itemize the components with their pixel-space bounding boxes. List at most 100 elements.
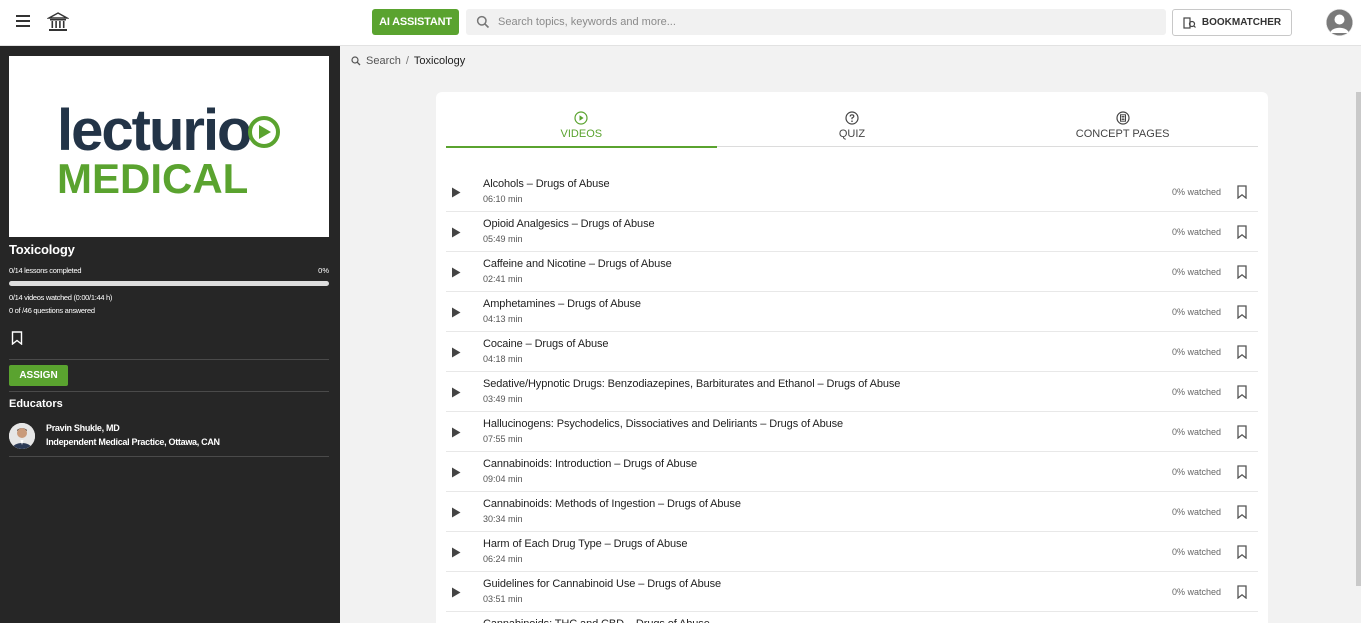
bookmark-icon[interactable]	[1237, 465, 1247, 479]
play-icon[interactable]	[451, 267, 461, 278]
search-icon	[476, 15, 490, 29]
video-row[interactable]: Cocaine – Drugs of Abuse 04:18 min 0% wa…	[446, 332, 1258, 372]
bookmatcher-icon	[1183, 16, 1196, 29]
play-icon[interactable]	[451, 187, 461, 198]
video-row[interactable]: Opioid Analgesics – Drugs of Abuse 05:49…	[446, 212, 1258, 252]
institution-icon[interactable]	[46, 11, 70, 33]
hamburger-menu-icon[interactable]	[16, 15, 30, 27]
video-duration: 02:41 min	[483, 274, 523, 284]
tab-quiz[interactable]: QUIZ	[717, 102, 988, 147]
educator-avatar[interactable]	[9, 423, 35, 449]
video-row[interactable]: Caffeine and Nicotine – Drugs of Abuse 0…	[446, 252, 1258, 292]
play-icon[interactable]	[451, 347, 461, 358]
tab-concept-pages[interactable]: CONCEPT PAGES	[987, 102, 1258, 147]
video-duration: 03:51 min	[483, 594, 523, 604]
play-icon[interactable]	[451, 387, 461, 398]
play-icon[interactable]	[451, 427, 461, 438]
bookmark-icon[interactable]	[1237, 345, 1247, 359]
play-icon[interactable]	[451, 587, 461, 598]
videos-watched: 0/14 videos watched (0:00/1:44 h)	[9, 293, 113, 302]
video-title[interactable]: Cannabinoids: Introduction – Drugs of Ab…	[483, 458, 697, 470]
video-row[interactable]: Sedative/Hypnotic Drugs: Benzodiazepines…	[446, 372, 1258, 412]
video-duration: 03:49 min	[483, 394, 523, 404]
bookmatcher-label: BOOKMATCHER	[1201, 17, 1282, 28]
video-title[interactable]: Caffeine and Nicotine – Drugs of Abuse	[483, 258, 672, 270]
video-watched-status: 0% watched	[1171, 507, 1221, 517]
course-sidebar: lecturio MEDICAL Toxicology 0/14 lessons…	[0, 46, 340, 623]
video-title[interactable]: Guidelines for Cannabinoid Use – Drugs o…	[483, 578, 721, 590]
search-icon	[351, 56, 361, 66]
video-title[interactable]: Alcohols – Drugs of Abuse	[483, 178, 610, 190]
play-icon[interactable]	[451, 467, 461, 478]
content-card: VIDEOS QUIZ CONCEPT PAGES Alcohols – Dru…	[436, 92, 1268, 623]
divider	[9, 456, 329, 457]
video-row[interactable]: Cannabinoids: Methods of Ingestion – Dru…	[446, 492, 1258, 532]
user-avatar-icon[interactable]	[1326, 9, 1353, 36]
play-icon[interactable]	[451, 307, 461, 318]
video-title[interactable]: Opioid Analgesics – Drugs of Abuse	[483, 218, 655, 230]
video-duration: 05:49 min	[483, 234, 523, 244]
video-watched-status: 0% watched	[1171, 347, 1221, 357]
bookmark-icon[interactable]	[1237, 385, 1247, 399]
bookmark-icon[interactable]	[1237, 545, 1247, 559]
tab-videos[interactable]: VIDEOS	[446, 102, 717, 148]
bookmark-icon[interactable]	[11, 331, 23, 346]
video-title[interactable]: Amphetamines – Drugs of Abuse	[483, 298, 641, 310]
video-watched-status: 0% watched	[1171, 547, 1221, 557]
lessons-completed: 0/14 lessons completed	[9, 266, 82, 275]
search-input[interactable]	[498, 16, 1098, 28]
video-list: Alcohols – Drugs of Abuse 06:10 min 0% w…	[446, 172, 1258, 623]
video-title[interactable]: Cannabinoids: Methods of Ingestion – Dru…	[483, 498, 741, 510]
video-watched-status: 0% watched	[1171, 387, 1221, 397]
lecturio-medical-logo: lecturio MEDICAL	[9, 56, 329, 237]
course-title: Toxicology	[9, 242, 75, 257]
concept-page-icon	[1116, 111, 1130, 125]
play-icon[interactable]	[451, 547, 461, 558]
video-row[interactable]: Guidelines for Cannabinoid Use – Drugs o…	[446, 572, 1258, 612]
video-row[interactable]: Harm of Each Drug Type – Drugs of Abuse …	[446, 532, 1258, 572]
video-row[interactable]: Amphetamines – Drugs of Abuse 04:13 min …	[446, 292, 1258, 332]
bookmark-icon[interactable]	[1237, 425, 1247, 439]
play-circle-icon	[574, 111, 588, 125]
bookmark-icon[interactable]	[1237, 185, 1247, 199]
video-title[interactable]: Cannabinoids: THC and CBD – Drugs of Abu…	[483, 618, 710, 623]
educator-name[interactable]: Pravin Shukle, MD	[46, 423, 120, 433]
breadcrumb-search-link[interactable]: Search	[366, 55, 401, 67]
video-duration: 09:04 min	[483, 474, 523, 484]
questions-answered: 0 of /46 questions answered	[9, 306, 95, 315]
video-row[interactable]: Cannabinoids: Introduction – Drugs of Ab…	[446, 452, 1258, 492]
video-row[interactable]: Hallucinogens: Psychodelics, Dissociativ…	[446, 412, 1258, 452]
video-title[interactable]: Cocaine – Drugs of Abuse	[483, 338, 609, 350]
bookmark-icon[interactable]	[1237, 505, 1247, 519]
video-watched-status: 0% watched	[1171, 227, 1221, 237]
progress-percent: 0%	[318, 266, 329, 275]
bookmatcher-button[interactable]: BOOKMATCHER	[1172, 9, 1292, 36]
video-title[interactable]: Sedative/Hypnotic Drugs: Benzodiazepines…	[483, 378, 900, 390]
tab-label: VIDEOS	[560, 128, 603, 140]
video-watched-status: 0% watched	[1171, 187, 1221, 197]
breadcrumb: Search / Toxicology	[351, 55, 465, 67]
video-watched-status: 0% watched	[1171, 307, 1221, 317]
video-title[interactable]: Hallucinogens: Psychodelics, Dissociativ…	[483, 418, 843, 430]
ai-assistant-button[interactable]: AI ASSISTANT	[372, 9, 459, 35]
bookmark-icon[interactable]	[1237, 225, 1247, 239]
video-duration: 07:55 min	[483, 434, 523, 444]
scrollbar[interactable]	[1356, 92, 1361, 586]
progress-bar	[9, 281, 329, 286]
play-icon[interactable]	[451, 227, 461, 238]
bookmark-icon[interactable]	[1237, 585, 1247, 599]
video-duration: 30:34 min	[483, 514, 523, 524]
search-bar[interactable]	[466, 9, 1166, 35]
main-content: Search / Toxicology VIDEOS QUIZ CONCEPT …	[340, 46, 1361, 623]
video-row[interactable]: Cannabinoids: THC and CBD – Drugs of Abu…	[446, 612, 1258, 623]
tab-label: QUIZ	[838, 128, 866, 140]
breadcrumb-current: Toxicology	[413, 55, 466, 67]
video-title[interactable]: Harm of Each Drug Type – Drugs of Abuse	[483, 538, 688, 550]
assign-button[interactable]: ASSIGN	[9, 365, 68, 386]
play-icon[interactable]	[451, 507, 461, 518]
video-row[interactable]: Alcohols – Drugs of Abuse 06:10 min 0% w…	[446, 172, 1258, 212]
video-duration: 04:18 min	[483, 354, 523, 364]
divider	[9, 391, 329, 392]
bookmark-icon[interactable]	[1237, 265, 1247, 279]
bookmark-icon[interactable]	[1237, 305, 1247, 319]
